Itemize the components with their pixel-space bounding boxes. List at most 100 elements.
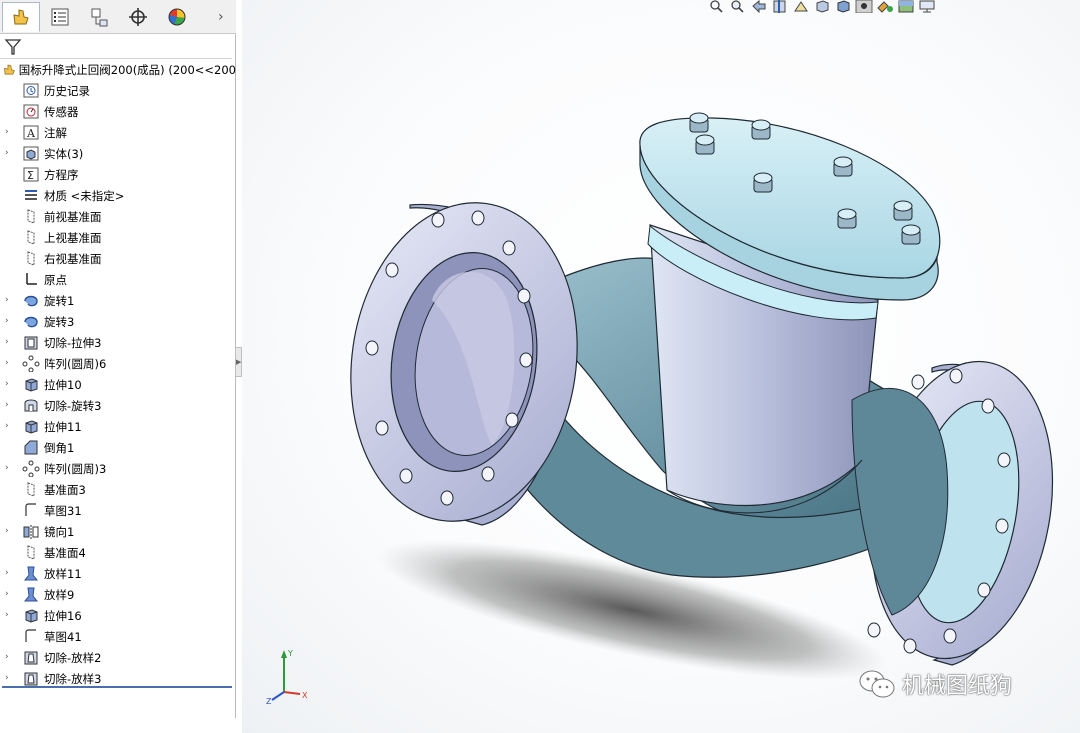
expand-arrow-icon[interactable]: › bbox=[5, 567, 15, 579]
tree-item[interactable]: › 旋转1 bbox=[0, 290, 236, 311]
tree-item-label: 放样11 bbox=[44, 567, 82, 581]
axis-triad: Y X Z bbox=[266, 649, 308, 706]
tree-item[interactable]: › 切除-拉伸3 bbox=[0, 332, 236, 353]
mirror-icon bbox=[22, 523, 40, 540]
watermark-text: 机械图纸狗 bbox=[902, 674, 1013, 699]
horizontal-scrollbar[interactable] bbox=[0, 718, 236, 733]
tree-item-label: 倒角1 bbox=[44, 441, 75, 455]
property-manager-tab[interactable] bbox=[41, 2, 79, 32]
rollback-bar[interactable] bbox=[2, 686, 232, 688]
tree-item[interactable]: 材质 <未指定> bbox=[0, 185, 236, 206]
tree-item[interactable]: › 拉伸16 bbox=[0, 605, 236, 626]
svg-text:A: A bbox=[26, 127, 36, 140]
panel-splitter[interactable]: ▶ bbox=[235, 347, 242, 377]
tree-item-label: 拉伸11 bbox=[44, 420, 82, 434]
tree-item[interactable]: › 放样9 bbox=[0, 584, 236, 605]
expand-arrow-icon[interactable]: › bbox=[5, 336, 15, 348]
tree-item-label: 传感器 bbox=[44, 105, 79, 119]
revolve-icon bbox=[22, 292, 40, 309]
expand-arrow-icon[interactable]: › bbox=[5, 126, 15, 138]
tree-item-label: 切除-旋转3 bbox=[44, 399, 102, 413]
expand-arrow-icon[interactable]: › bbox=[5, 462, 15, 474]
color-wheel-icon bbox=[168, 8, 186, 25]
expand-arrow-icon[interactable]: › bbox=[5, 672, 15, 684]
cut-loft-icon bbox=[22, 670, 40, 687]
expand-arrow-icon[interactable]: › bbox=[5, 357, 15, 369]
tree-item[interactable]: › 阵列(圆周)6 bbox=[0, 353, 236, 374]
tree-item[interactable]: 倒角1 bbox=[0, 437, 236, 458]
tree-item-label: 切除-放样3 bbox=[44, 672, 102, 686]
property-manager-icon bbox=[51, 8, 69, 25]
chevron-right-icon[interactable]: › bbox=[218, 8, 230, 26]
origin-icon bbox=[22, 271, 40, 288]
tree-item[interactable]: › 拉伸10 bbox=[0, 374, 236, 395]
tree-item[interactable]: › 切除-放样2 bbox=[0, 647, 236, 668]
annotation-icon: A bbox=[22, 124, 40, 141]
tree-item-label: 放样9 bbox=[44, 588, 75, 602]
tree-item[interactable]: 基准面4 bbox=[0, 542, 236, 563]
tree-item[interactable]: 草图41 bbox=[0, 626, 236, 647]
tree-item[interactable]: › A 注解 bbox=[0, 122, 236, 143]
tree-item-label: 拉伸16 bbox=[44, 609, 82, 623]
tree-item[interactable]: › 旋转3 bbox=[0, 311, 236, 332]
tree-item[interactable]: 上视基准面 bbox=[0, 227, 236, 248]
tree-item-label: 旋转1 bbox=[44, 294, 75, 308]
bolt bbox=[901, 224, 921, 245]
cut-extrude-icon bbox=[22, 334, 40, 351]
check-valve-model[interactable] bbox=[242, 0, 1080, 733]
tree-item[interactable]: 原点 bbox=[0, 269, 236, 290]
feature-manager-tab[interactable] bbox=[2, 1, 40, 32]
bolt bbox=[837, 208, 857, 229]
tree-item[interactable]: › 切除-旋转3 bbox=[0, 395, 236, 416]
tree-item-label: 方程序 bbox=[44, 168, 79, 182]
tree-item[interactable]: › 放样11 bbox=[0, 563, 236, 584]
expand-arrow-icon[interactable]: › bbox=[5, 147, 15, 159]
tree-root-part[interactable]: 国标升降式止回阀200(成品) (200<<200 bbox=[0, 59, 236, 80]
tree-item[interactable]: Σ 方程序 bbox=[0, 164, 236, 185]
expand-arrow-icon[interactable]: › bbox=[5, 588, 15, 600]
display-manager-tab[interactable] bbox=[158, 2, 196, 32]
expand-arrow-icon[interactable]: › bbox=[5, 315, 15, 327]
tree-item[interactable]: › 拉伸11 bbox=[0, 416, 236, 437]
tree-item[interactable]: 历史记录 bbox=[0, 80, 236, 101]
extrude-icon bbox=[22, 418, 40, 435]
chamfer-icon bbox=[22, 439, 40, 456]
tree-filter[interactable] bbox=[0, 35, 232, 59]
tree-item[interactable]: 基准面3 bbox=[0, 479, 236, 500]
tree-item[interactable]: 右视基准面 bbox=[0, 248, 236, 269]
feature-manager-icon bbox=[13, 8, 29, 24]
crosshair-icon bbox=[129, 7, 147, 26]
expand-arrow-icon[interactable]: › bbox=[5, 399, 15, 411]
tree-item[interactable]: 草图31 bbox=[0, 500, 236, 521]
configuration-manager-tab[interactable] bbox=[80, 2, 118, 32]
tree-item-label: 切除-拉伸3 bbox=[44, 336, 102, 350]
bolt bbox=[689, 112, 709, 133]
watermark: 机械图纸狗 bbox=[858, 664, 1012, 704]
expand-arrow-icon[interactable]: › bbox=[5, 420, 15, 432]
expand-arrow-icon[interactable]: › bbox=[5, 609, 15, 621]
sketch-icon bbox=[22, 502, 40, 519]
plane-icon bbox=[22, 229, 40, 246]
graphics-viewport[interactable]: Y X Z 机械图纸狗 bbox=[242, 0, 1080, 733]
expand-arrow-icon[interactable]: › bbox=[5, 378, 15, 390]
dimxpert-tab[interactable] bbox=[119, 2, 157, 32]
tree-item[interactable]: 传感器 bbox=[0, 101, 236, 122]
bolt bbox=[893, 200, 913, 221]
tree-item[interactable]: 前视基准面 bbox=[0, 206, 236, 227]
tree-item[interactable]: › 阵列(圆周)3 bbox=[0, 458, 236, 479]
cut-revolve-icon bbox=[22, 397, 40, 414]
tree-item-label: 实体(3) bbox=[44, 147, 84, 161]
expand-arrow-icon[interactable]: › bbox=[5, 294, 15, 306]
tree-item-label: 旋转3 bbox=[44, 315, 75, 329]
tree-item[interactable]: › 实体(3) bbox=[0, 143, 236, 164]
x-axis-line bbox=[283, 691, 301, 695]
circular-pattern-icon bbox=[22, 355, 40, 372]
bolt bbox=[833, 156, 853, 177]
tree-item-label: 基准面3 bbox=[44, 483, 86, 497]
wechat-icon bbox=[859, 670, 895, 698]
expand-arrow-icon[interactable]: › bbox=[5, 651, 15, 663]
tree-item[interactable]: › 镜向1 bbox=[0, 521, 236, 542]
plane-icon bbox=[22, 544, 40, 561]
expand-arrow-icon[interactable]: › bbox=[5, 525, 15, 537]
tree-item-label: 上视基准面 bbox=[44, 231, 102, 245]
